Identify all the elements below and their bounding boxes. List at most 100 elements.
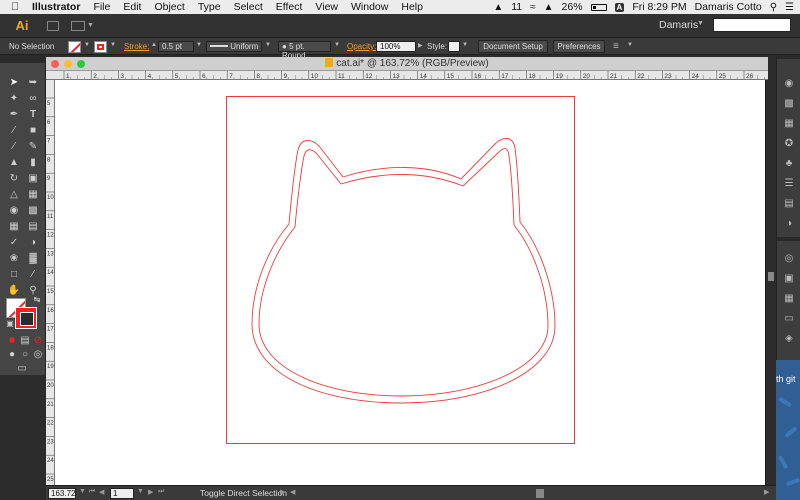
volume-icon[interactable]: ▲ [544,2,554,13]
datetime[interactable]: Fri 8:29 PM [632,1,686,13]
chevron-down-icon[interactable]: ▼ [627,42,633,48]
symbol-sprayer-tool-icon[interactable]: ❀ [6,252,22,266]
panel-grip[interactable] [777,237,800,241]
chevron-down-icon[interactable]: ▼ [79,488,86,495]
menu-type[interactable]: Type [198,1,221,13]
chevron-down-icon[interactable]: ▼ [265,42,271,48]
perspective-grid-tool-icon[interactable]: ▩ [25,204,41,218]
menu-object[interactable]: Object [154,1,184,13]
slice-tool-icon[interactable]: ∕ [25,268,41,282]
brush-definition[interactable]: ● 5 pt. Round [278,41,331,60]
stroke-swatch[interactable] [94,41,107,53]
direct-selection-tool-icon[interactable]: ➥ [25,76,41,90]
color-guide-icon[interactable]: ▩ [783,98,795,110]
cat-outline-inner[interactable] [258,148,549,397]
artboard-number-field[interactable]: 1 [110,488,134,499]
chevron-down-icon[interactable]: ▼ [462,42,468,48]
shaper-tool-icon[interactable]: ▲ [6,156,22,170]
notification-center-icon[interactable]: ☰ [785,2,794,13]
chevron-down-icon[interactable]: ▼ [87,22,94,29]
artboard-canvas[interactable] [55,80,765,485]
menu-select[interactable]: Select [234,1,263,13]
artboard-border[interactable] [226,96,575,444]
chevron-down-icon[interactable]: ▼ [196,42,202,48]
graphic-styles-panel-icon[interactable]: ▣ [783,273,795,285]
graphic-style-swatch[interactable] [448,41,460,52]
chevron-right-icon[interactable]: ▶ [280,488,285,496]
status-message[interactable]: Toggle Direct Selection [200,488,287,498]
app-name-menu[interactable]: Illustrator [32,1,80,13]
chevron-down-icon[interactable]: ▼ [84,42,90,48]
fill-swatch[interactable] [68,41,81,53]
selection-tool-icon[interactable]: ➤ [6,76,22,90]
variable-width-profile[interactable]: Uniform [206,41,262,52]
cat-outline-outer[interactable] [251,138,556,404]
battery-icon[interactable] [590,3,607,11]
vertical-scrollbar[interactable] [765,80,776,485]
stroke-color-box[interactable] [15,307,37,329]
apple-icon[interactable]:  [8,1,22,13]
menu-effect[interactable]: Effect [276,1,303,13]
default-colors-icon[interactable]: ▣ [2,317,18,331]
first-artboard-icon[interactable]: ⏮ [89,488,95,496]
vertical-ruler[interactable]: 5 6 7 8 9 10 11 12 13 14 15 16 17 18 19 20 21 22 23 24 25 [46,80,55,485]
eyedropper-tool-icon[interactable]: ✓ [6,236,22,250]
menu-window[interactable]: Window [351,1,388,13]
last-artboard-icon[interactable]: ⏭ [158,488,164,496]
battery-percent[interactable]: 26% [562,1,583,13]
lasso-tool-icon[interactable]: ∞ [25,92,41,106]
blend-tool-icon[interactable]: ◑ [25,236,41,250]
next-artboard-icon[interactable]: ▶ [148,488,153,496]
line-segment-tool-icon[interactable]: ∕ [6,124,22,138]
rotate-tool-icon[interactable]: ↻ [6,172,22,186]
chevron-down-icon[interactable]: ▼ [334,42,340,48]
column-graph-tool-icon[interactable]: ▓ [25,252,41,266]
stroke-panel-icon[interactable]: ☰ [783,178,795,190]
scroll-right-icon[interactable]: ▶ [764,488,769,496]
gradient-tool-icon[interactable]: ▤ [25,220,41,234]
type-tool-icon[interactable]: T [25,108,41,122]
user-menu[interactable]: Damaris Cotto [695,1,762,13]
free-transform-tool-icon[interactable]: ▦ [25,188,41,202]
mesh-tool-icon[interactable]: ▦ [6,220,22,234]
swap-fill-stroke-icon[interactable]: ↹ [29,293,45,307]
adobe-cc-icon[interactable]: ▲ [493,2,503,13]
arrange-icon[interactable]: ≡ [613,38,619,55]
transparency-panel-icon[interactable]: ◑ [783,218,795,230]
transform-panel-icon[interactable]: ▭ [783,313,795,325]
vertical-scroll-thumb[interactable] [768,272,774,281]
scroll-left-icon[interactable]: ◀ [290,488,295,496]
panel-grip[interactable] [777,55,800,59]
document-tab[interactable]: cat.ai* @ 163.72% (RGB/Preview) [46,57,768,71]
preferences-button[interactable]: Preferences [553,40,605,53]
symbols-panel-icon[interactable]: ♣ [783,158,795,170]
spotlight-icon[interactable]: ⚲ [770,2,777,13]
panel-grip[interactable] [0,55,46,63]
rectangle-tool-icon[interactable]: ■ [25,124,41,138]
shape-builder-tool-icon[interactable]: ◉ [6,204,22,218]
opacity-field[interactable]: 100% [376,41,416,52]
arrange-documents-icon[interactable] [71,20,85,31]
screen-mode-icon[interactable]: ▭ [14,362,30,376]
document-setup-button[interactable]: Document Setup [478,40,548,53]
appearance-panel-icon[interactable]: ◎ [783,253,795,265]
stroke-weight-field[interactable]: 0.5 pt [158,41,194,52]
stroke-panel-link[interactable]: Stroke: [124,38,149,55]
color-panel-icon[interactable]: ◉ [783,78,795,90]
hand-tool-icon[interactable]: ✋ [6,284,22,298]
artboard-tool-icon[interactable]: □ [6,268,22,282]
search-stock-input[interactable] [713,18,791,32]
chevron-down-icon[interactable]: ▼ [110,42,116,48]
menu-file[interactable]: File [93,1,110,13]
previous-artboard-icon[interactable]: ◀ [99,488,104,496]
menu-edit[interactable]: Edit [123,1,141,13]
horizontal-scroll-thumb[interactable] [536,489,544,498]
draw-inside-icon[interactable]: ◎ [30,348,46,362]
menu-help[interactable]: Help [401,1,423,13]
scale-tool-icon[interactable]: ▣ [25,172,41,186]
pen-tool-icon[interactable]: ✒ [6,108,22,122]
eraser-tool-icon[interactable]: ▮ [25,156,41,170]
chevron-down-icon[interactable]: ▼ [137,488,144,495]
chevron-right-icon[interactable]: ▶ [418,42,423,49]
zoom-level-field[interactable]: 163.72 [48,488,76,499]
